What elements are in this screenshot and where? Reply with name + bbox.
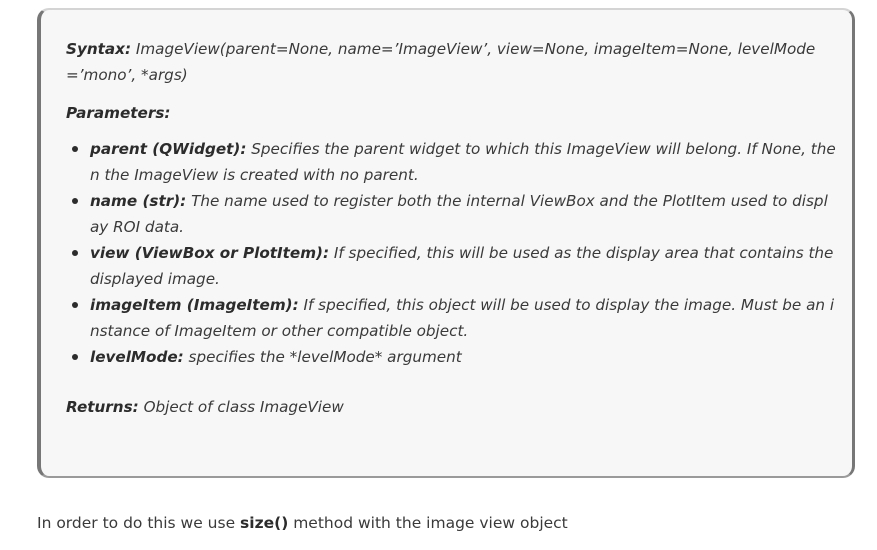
paragraph-text-start: In order to do this we use [37, 514, 241, 532]
param-item-name: name (str): The name used to register bo… [72, 188, 836, 240]
syntax-label: Syntax: [66, 40, 132, 58]
returns-label: Returns: [66, 398, 139, 416]
parameters-list: parent (QWidget): Specifies the parent w… [66, 136, 836, 370]
param-description: specifies the *levelMode* argument [188, 348, 462, 366]
syntax-line: Syntax: ImageView(parent=None, name=’Ima… [66, 36, 836, 88]
param-name: parent (QWidget): [90, 140, 247, 158]
returns-line: Returns: Object of class ImageView [66, 394, 836, 420]
parameters-heading: Parameters: [66, 100, 836, 126]
param-name: name (str): [90, 192, 187, 210]
param-name: imageItem (ImageItem): [90, 296, 299, 314]
syntax-signature: ImageView(parent=None, name=’ImageView’,… [66, 40, 816, 84]
param-item-parent: parent (QWidget): Specifies the parent w… [72, 136, 836, 188]
syntax-block: Syntax: ImageView(parent=None, name=’Ima… [37, 8, 855, 478]
param-description: The name used to register both the inter… [90, 192, 828, 236]
param-item-imageitem: imageItem (ImageItem): If specified, thi… [72, 292, 836, 344]
returns-text: Object of class ImageView [143, 398, 344, 416]
param-name: levelMode: [90, 348, 184, 366]
method-name: size() [240, 514, 289, 532]
body-paragraph: In order to do this we use size() method… [37, 510, 568, 536]
paragraph-text-end: method with the image view object [288, 514, 568, 532]
parameters-label: Parameters: [66, 104, 171, 122]
param-item-levelmode: levelMode: specifies the *levelMode* arg… [72, 344, 836, 370]
param-item-view: view (ViewBox or PlotItem): If specified… [72, 240, 836, 292]
param-name: view (ViewBox or PlotItem): [90, 244, 330, 262]
syntax-block-content: Syntax: ImageView(parent=None, name=’Ima… [66, 36, 836, 420]
